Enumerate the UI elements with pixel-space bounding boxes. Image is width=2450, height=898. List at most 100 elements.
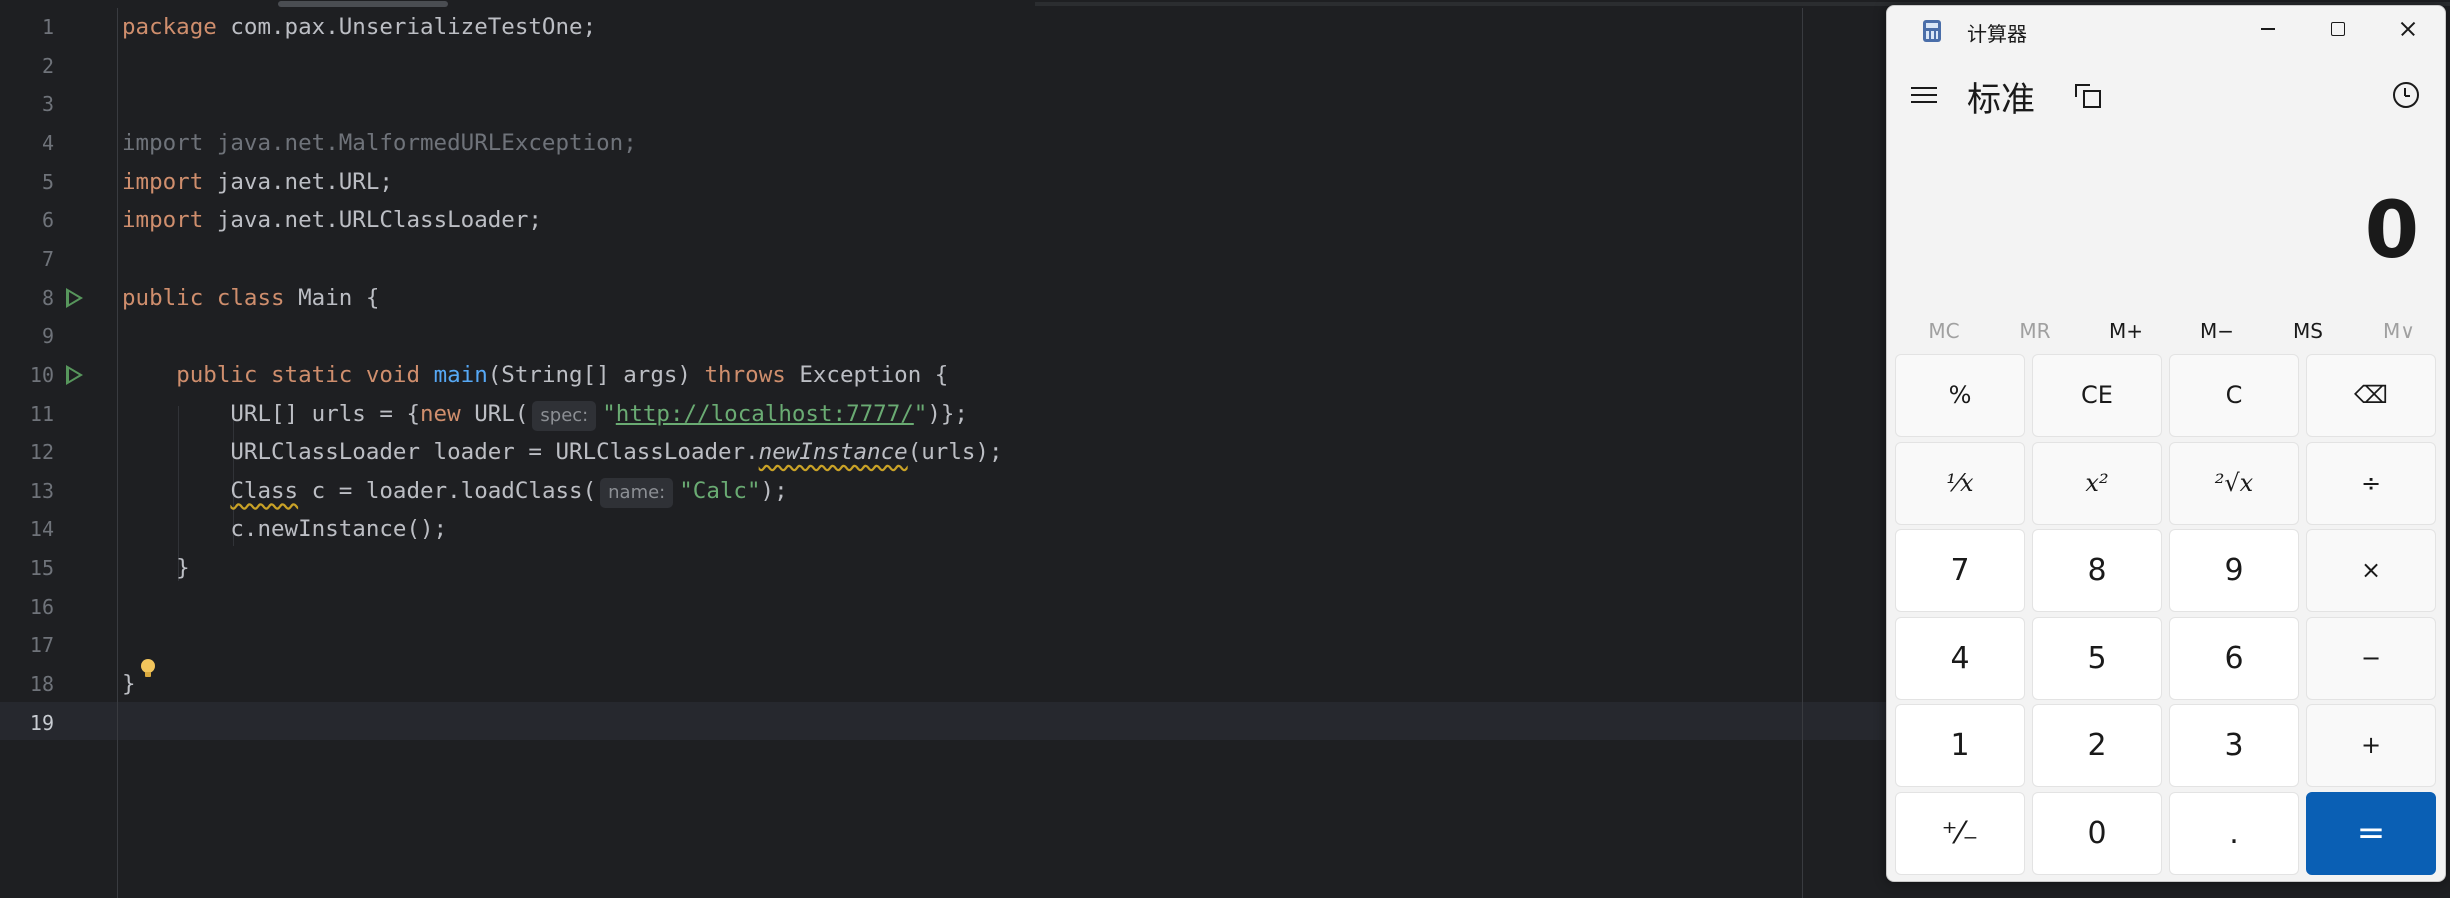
digit-1-button[interactable]: 1 (1895, 704, 2025, 787)
code-line[interactable]: 8 public class Main { (0, 279, 1900, 318)
add-button[interactable]: + (2306, 704, 2436, 787)
memory-button[interactable]: MC (1899, 306, 1989, 356)
code-line[interactable]: 14 c.newInstance(); (0, 510, 1900, 549)
calculator-display: 0 (2364, 186, 2419, 276)
line-number[interactable]: 12 (0, 433, 54, 472)
reciprocal-button[interactable]: ¹⁄x (1895, 441, 2025, 525)
square-button[interactable]: x² (2032, 441, 2162, 525)
code-token: URLClassLoader loader = URLClassLoader. (122, 439, 759, 466)
backspace-button[interactable]: ⌫ (2306, 354, 2436, 437)
line-number[interactable]: 1 (0, 8, 54, 47)
line-number[interactable]: 15 (0, 549, 54, 588)
run-gutter-icon[interactable] (66, 364, 83, 385)
code-token: package (122, 14, 217, 40)
code-line[interactable]: 15 } (0, 549, 1900, 588)
memory-button[interactable]: M− (2172, 306, 2262, 356)
digit-4-button[interactable]: 4 (1895, 616, 2025, 700)
code-line[interactable]: 18} (0, 659, 1900, 704)
code-token: )}; (927, 400, 968, 427)
code-line[interactable]: 4 import java.net.MalformedURLException; (0, 124, 1900, 163)
hamburger-menu-icon[interactable] (1911, 84, 1939, 106)
digit-7-button[interactable]: 7 (1895, 529, 2025, 612)
digit-9-button[interactable]: 9 (2169, 529, 2299, 612)
code-line[interactable]: 2 (0, 47, 1900, 86)
run-gutter-icon[interactable] (66, 287, 83, 308)
code-token: (String[] args) (487, 361, 705, 388)
history-icon[interactable] (2393, 82, 2419, 108)
code-line[interactable]: 11 URL[] urls = {new URL(spec: "http://lo… (0, 395, 1900, 434)
digit-8-button[interactable]: 8 (2032, 529, 2162, 612)
lightbulb-icon[interactable] (140, 659, 156, 693)
line-number[interactable]: 4 (0, 124, 54, 163)
code-token: c = loader.loadClass( (298, 477, 597, 504)
code-token: import java.net.MalformedURLException; (122, 129, 637, 156)
line-number[interactable]: 11 (0, 395, 54, 434)
code-text: } (122, 549, 190, 588)
clear-button[interactable]: C (2169, 354, 2299, 437)
code-line[interactable]: 10 public static void main(String[] args… (0, 356, 1900, 395)
line-number[interactable]: 3 (0, 85, 54, 124)
code-line[interactable]: 17 (0, 626, 1900, 665)
code-line[interactable]: 12 URLClassLoader loader = URLClassLoade… (0, 433, 1900, 472)
keep-on-top-icon[interactable] (2075, 84, 2101, 108)
digit-6-button[interactable]: 6 (2169, 616, 2299, 700)
line-number[interactable]: 16 (0, 588, 54, 627)
code-line[interactable]: 5 import java.net.URL; (0, 163, 1900, 202)
code-text: public class Main { (122, 279, 379, 318)
decimal-button[interactable]: . (2169, 791, 2299, 875)
negate-button[interactable]: ⁺⁄₋ (1895, 791, 2025, 875)
line-number[interactable]: 10 (0, 356, 54, 395)
code-line[interactable]: 3 (0, 85, 1900, 124)
code-line[interactable]: 16 (0, 588, 1900, 627)
code-token: ); (760, 477, 788, 504)
digit-0-button[interactable]: 0 (2032, 791, 2162, 875)
code-text: import java.net.URL; (122, 163, 393, 202)
calculator-titlebar[interactable]: 计算器 (1887, 6, 2445, 52)
code-line[interactable]: 6 import java.net.URLClassLoader; (0, 201, 1900, 240)
line-number[interactable]: 5 (0, 163, 54, 202)
memory-button[interactable]: MR (1990, 306, 2080, 356)
code-text: import java.net.MalformedURLException; (122, 124, 637, 163)
line-number[interactable]: 17 (0, 626, 54, 665)
line-number[interactable]: 14 (0, 510, 54, 549)
line-number[interactable]: 2 (0, 47, 54, 86)
scrollbar-thumb[interactable] (278, 1, 448, 7)
code-line[interactable]: 1 package com.pax.UnserializeTestOne; (0, 8, 1900, 47)
memory-button[interactable]: M+ (2081, 306, 2171, 356)
line-number[interactable]: 19 (0, 704, 54, 743)
code-text: URLClassLoader loader = URLClassLoader.n… (122, 433, 1002, 472)
line-number[interactable]: 9 (0, 317, 54, 356)
minimize-button[interactable] (2232, 6, 2302, 52)
maximize-button[interactable] (2302, 6, 2372, 52)
close-button[interactable] (2372, 6, 2442, 52)
line-number[interactable]: 6 (0, 201, 54, 240)
square-root-button[interactable]: ²√x (2169, 441, 2299, 525)
code-line[interactable]: 7 (0, 240, 1900, 279)
percent-button[interactable]: % (1895, 354, 2025, 437)
code-token: public class (122, 284, 285, 311)
digit-2-button[interactable]: 2 (2032, 704, 2162, 787)
line-number[interactable]: 13 (0, 472, 54, 511)
code-token: Class (230, 477, 299, 504)
digit-5-button[interactable]: 5 (2032, 616, 2162, 700)
divide-button[interactable]: ÷ (2306, 441, 2436, 525)
memory-button[interactable]: MS (2263, 306, 2353, 356)
digit-3-button[interactable]: 3 (2169, 704, 2299, 787)
mode-title: 标准 (1967, 80, 2035, 120)
code-line[interactable]: 9 (0, 317, 1900, 356)
line-number[interactable]: 7 (0, 240, 54, 279)
subtract-button[interactable]: − (2306, 616, 2436, 700)
line-number[interactable]: 18 (0, 665, 54, 704)
code-token: http://localhost:7777/ (615, 400, 914, 427)
equals-button[interactable]: = (2306, 791, 2436, 875)
code-text: import java.net.URLClassLoader; (122, 201, 542, 240)
multiply-button[interactable]: × (2306, 529, 2436, 612)
line-number[interactable]: 8 (0, 279, 54, 318)
clear-entry-button[interactable]: CE (2032, 354, 2162, 437)
code-line[interactable]: 19 (0, 704, 1900, 743)
parameter-hint: name: (600, 477, 674, 508)
calculator-window[interactable]: 计算器 标准 0 MC MR M+ M− MS M∨ % CE C ⌫ ¹⁄x x² ²√x ÷ 7 8 9 ×… (1886, 5, 2446, 882)
code-line[interactable]: 13 Class c = loader.loadClass(name: "Calc… (0, 472, 1900, 511)
memory-button[interactable]: M∨ (2354, 306, 2444, 356)
